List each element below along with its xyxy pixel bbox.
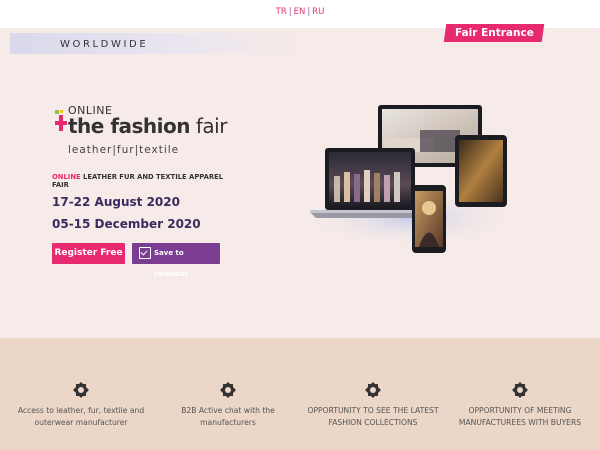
lang-tr-link[interactable]: TR (276, 7, 287, 17)
smartphone (412, 185, 446, 253)
devices-illustration (300, 105, 520, 253)
plus-logo-icon (55, 110, 67, 133)
save-to-calendar-button[interactable]: Save to calendar (132, 243, 220, 278)
logo-name-light: fair (190, 114, 228, 138)
lang-separator: | (307, 7, 311, 17)
register-free-button[interactable]: Register Free (52, 243, 125, 264)
event-subtitle: ONLINE LEATHER FUR AND TEXTILE APPAREL F… (52, 173, 232, 189)
logo-name-bold: the fashion (68, 114, 191, 138)
feature-text: OPPORTUNITY TO SEE THE LATEST FASHION CO… (307, 406, 439, 427)
feature-text: OPPORTUNITY OF MEETING MANUFACTUREES WIT… (458, 406, 582, 427)
event-date-2: 05-15 December 2020 (52, 217, 201, 231)
worldwide-label: WORLDWIDE (60, 39, 149, 50)
worldwide-band (10, 33, 305, 54)
logo-name: the fashion fair (68, 114, 227, 138)
feature-item-1: Access to leather, fur, textile and oute… (11, 382, 151, 429)
event-date-1: 17-22 August 2020 (52, 195, 180, 209)
feature-text: B2B Active chat with the manufacturers (181, 406, 275, 427)
calendar-check-icon (139, 247, 151, 259)
feature-item-3: OPPORTUNITY TO SEE THE LATEST FASHION CO… (303, 382, 443, 429)
lang-separator: | (288, 7, 292, 17)
lang-ru-link[interactable]: RU (312, 7, 324, 17)
fashion-fair-logo: ONLINE the fashion fair leather|fur|text… (52, 104, 232, 164)
emblem-icon (512, 382, 528, 398)
tablet (455, 135, 507, 207)
save-to-calendar-label: Save to calendar (154, 249, 189, 278)
feature-text: Access to leather, fur, textile and oute… (17, 406, 145, 427)
logo-tagline: leather|fur|textile (68, 144, 180, 156)
emblem-icon (365, 382, 381, 398)
feature-item-4: OPPORTUNITY OF MEETING MANUFACTUREES WIT… (450, 382, 590, 429)
subtitle-highlight: ONLINE (52, 173, 81, 181)
emblem-icon (220, 382, 236, 398)
language-switcher: TR | EN | RU (0, 7, 600, 17)
emblem-icon (73, 382, 89, 398)
lang-en-link[interactable]: EN (294, 7, 306, 17)
fair-entrance-label: Fair Entrance (454, 27, 534, 39)
fair-entrance-button[interactable]: Fair Entrance (443, 24, 545, 42)
feature-item-2: B2B Active chat with the manufacturers (158, 382, 298, 429)
